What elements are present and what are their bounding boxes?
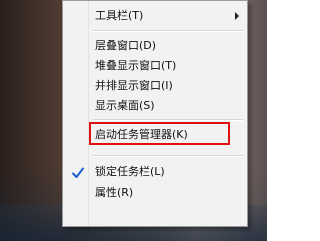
menu-item-label: 显示桌面(S) [95, 99, 155, 112]
menu-gutter [63, 1, 89, 226]
menu-item-label: 层叠窗口(D) [95, 39, 157, 52]
menu-item-cascade-windows[interactable]: 层叠窗口(D) [95, 37, 156, 55]
menu-item-label: 锁定任务栏(L) [95, 165, 165, 178]
taskbar-context-menu: 工具栏(T) 层叠窗口(D) 堆叠显示窗口(T) 并排显示窗口(I) 显示桌面(… [62, 0, 248, 227]
menu-separator [93, 119, 243, 121]
menu-item-lock-taskbar[interactable]: 锁定任务栏(L) [95, 163, 165, 181]
menu-item-label: 属性(R) [95, 186, 134, 199]
menu-separator [93, 155, 243, 157]
menu-item-label: 并排显示窗口(I) [95, 79, 173, 92]
menu-separator [93, 30, 243, 32]
menu-item-show-desktop[interactable]: 显示桌面(S) [95, 97, 155, 115]
menu-item-toolbars[interactable]: 工具栏(T) [95, 7, 143, 25]
menu-item-properties[interactable]: 属性(R) [95, 184, 133, 202]
menu-item-side-by-side[interactable]: 并排显示窗口(I) [95, 77, 173, 95]
chevron-right-icon [235, 12, 239, 20]
menu-item-stack-windows[interactable]: 堆叠显示窗口(T) [95, 57, 176, 75]
menu-item-label: 堆叠显示窗口(T) [95, 59, 177, 72]
annotation-highlight-box [89, 122, 230, 145]
checkmark-icon [72, 167, 84, 178]
menu-item-label: 工具栏(T) [95, 9, 144, 22]
